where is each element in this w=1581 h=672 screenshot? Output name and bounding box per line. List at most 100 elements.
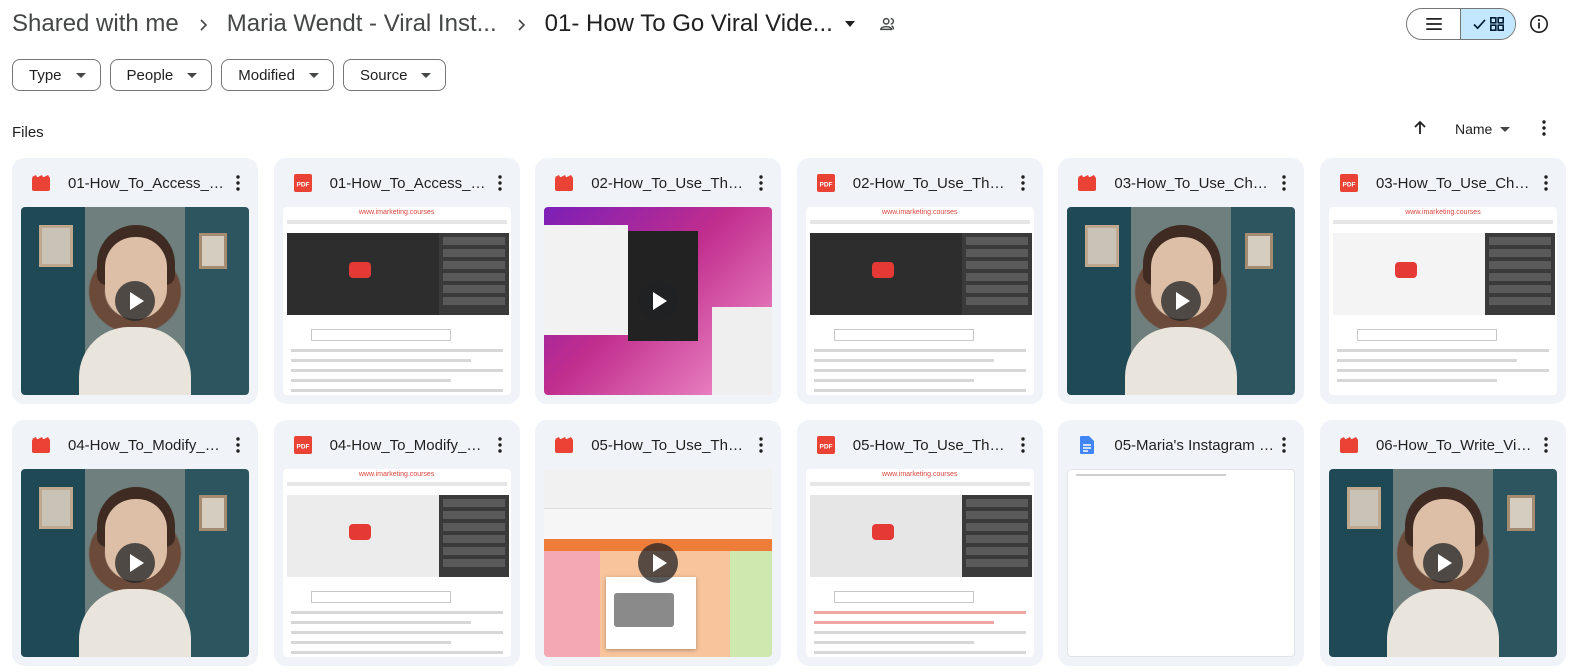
file-card-header: 06-How_To_Write_Viral_Video_Captions.mp4	[1320, 420, 1566, 470]
breadcrumb-current-folder[interactable]: 01- How To Go Viral Vide...	[545, 10, 833, 38]
file-card-header: PDF 01-How_To_Access_Instagram_Content_P…	[274, 158, 520, 208]
file-name[interactable]: 03-How_To_Use_ChatGPT.pdf	[1376, 175, 1536, 192]
filter-people[interactable]: People	[109, 59, 213, 91]
file-name[interactable]: 04-How_To_Modify_Your_Content.pdf	[330, 437, 490, 454]
file-card-header: 05-How_To_Use_The_Spreadsheet.mp4	[535, 420, 781, 470]
file-card[interactable]: 01-How_To_Access_Instagram_Content_Plann…	[12, 158, 258, 404]
pdf-file-icon: PDF	[293, 174, 312, 192]
breadcrumb-shared-with-me[interactable]: Shared with me	[12, 10, 179, 38]
thumb-site-text: www.imarketing.courses	[882, 209, 958, 216]
file-name[interactable]: 05-Maria's Instagram Content Planning Sp…	[1114, 437, 1274, 454]
chevron-right-icon	[497, 14, 545, 35]
file-card[interactable]: PDF 04-How_To_Modify_Your_Content.pdf ww…	[273, 420, 520, 666]
dropdown-arrow-icon	[187, 72, 198, 78]
svg-text:PDF: PDF	[819, 182, 832, 189]
file-card[interactable]: 04-How_To_Modify_Your_Content.mp4	[12, 420, 258, 666]
file-card[interactable]: PDF 05-How_To_Use_The_Spreadsheet.pdf ww…	[796, 420, 1043, 666]
grid-icon	[1489, 17, 1504, 31]
more-options-icon[interactable]	[1536, 119, 1552, 137]
file-card-header: 04-How_To_Modify_Your_Content.mp4	[12, 420, 258, 470]
file-more-options-icon[interactable]	[1536, 173, 1556, 193]
file-card[interactable]: PDF 03-How_To_Use_ChatGPT.pdf www.imarke…	[1319, 158, 1566, 404]
pdf-file-icon: PDF	[293, 436, 312, 454]
file-card-header: PDF 04-How_To_Modify_Your_Content.pdf	[274, 420, 520, 470]
pdf-thumbnail[interactable]: www.imarketing.courses	[282, 469, 511, 657]
file-name[interactable]: 02-How_To_Use_The_Template.pdf	[853, 175, 1013, 192]
list-view-button[interactable]	[1407, 9, 1460, 39]
filter-people-label: People	[126, 66, 174, 84]
svg-text:PDF: PDF	[296, 182, 309, 189]
file-name[interactable]: 03-How_To_Use_ChatGPT.mp4	[1114, 175, 1274, 192]
svg-text:PDF: PDF	[1342, 182, 1355, 189]
video-file-icon	[32, 436, 50, 454]
filter-source[interactable]: Source	[342, 59, 447, 91]
file-more-options-icon[interactable]	[228, 435, 248, 455]
video-thumbnail[interactable]	[544, 207, 773, 395]
file-more-options-icon[interactable]	[490, 173, 510, 193]
play-icon[interactable]	[115, 543, 155, 583]
file-more-options-icon[interactable]	[751, 435, 771, 455]
file-name[interactable]: 01-How_To_Access_Instagram_Content_Plann…	[68, 175, 228, 192]
file-more-options-icon[interactable]	[228, 173, 248, 193]
file-card[interactable]: PDF 01-How_To_Access_Instagram_Content_P…	[273, 158, 520, 404]
shared-folder-icon[interactable]	[879, 15, 897, 33]
file-card[interactable]: 06-How_To_Write_Viral_Video_Captions.mp4	[1319, 420, 1566, 666]
file-more-options-icon[interactable]	[1013, 435, 1033, 455]
file-card[interactable]: 05-How_To_Use_The_Spreadsheet.mp4	[535, 420, 782, 666]
dropdown-arrow-icon	[1500, 126, 1511, 132]
file-card[interactable]: 03-How_To_Use_ChatGPT.mp4	[1058, 158, 1305, 404]
video-thumbnail[interactable]	[21, 469, 249, 657]
files-section-title: Files	[12, 124, 44, 141]
video-thumbnail[interactable]	[1067, 207, 1296, 395]
grid-view-button[interactable]	[1460, 9, 1515, 39]
file-name[interactable]: 05-How_To_Use_The_Spreadsheet.pdf	[853, 437, 1013, 454]
play-icon[interactable]	[115, 281, 155, 321]
doc-file-icon	[1078, 436, 1096, 454]
caret-down-icon[interactable]	[843, 17, 857, 31]
pdf-file-icon: PDF	[816, 174, 835, 192]
file-grid: 01-How_To_Access_Instagram_Content_Plann…	[12, 158, 1566, 666]
file-more-options-icon[interactable]	[1274, 435, 1294, 455]
video-thumbnail[interactable]	[1328, 469, 1557, 657]
video-file-icon	[32, 174, 50, 192]
file-more-options-icon[interactable]	[751, 173, 771, 193]
file-name[interactable]: 05-How_To_Use_The_Spreadsheet.mp4	[591, 437, 751, 454]
file-more-options-icon[interactable]	[1274, 173, 1294, 193]
sort-by-label: Name	[1455, 121, 1493, 137]
chevron-right-icon	[179, 14, 227, 35]
sort-by-button[interactable]: Name	[1455, 121, 1511, 137]
file-name[interactable]: 02-How_To_Use_The_Template.mp4	[591, 175, 751, 192]
doc-thumbnail[interactable]	[1067, 469, 1296, 657]
pdf-thumbnail[interactable]: www.imarketing.courses	[805, 469, 1034, 657]
filter-type-label: Type	[29, 66, 62, 84]
thumb-site-text: www.imarketing.courses	[1405, 209, 1481, 216]
video-thumbnail[interactable]	[21, 207, 249, 395]
check-icon	[1472, 18, 1486, 29]
file-more-options-icon[interactable]	[490, 435, 510, 455]
video-file-icon	[555, 174, 574, 192]
file-card[interactable]: PDF 02-How_To_Use_The_Template.pdf www.i…	[796, 158, 1043, 404]
file-card-header: 02-How_To_Use_The_Template.mp4	[535, 158, 781, 208]
file-name[interactable]: 04-How_To_Modify_Your_Content.mp4	[68, 437, 228, 454]
sort-direction-arrow-up-icon[interactable]	[1411, 119, 1429, 137]
file-card-header: 03-How_To_Use_ChatGPT.mp4	[1058, 158, 1304, 208]
file-name[interactable]: 01-How_To_Access_Instagram_Content_Plann…	[330, 175, 490, 192]
pdf-thumbnail[interactable]: www.imarketing.courses	[282, 207, 511, 395]
file-more-options-icon[interactable]	[1536, 435, 1556, 455]
play-icon[interactable]	[1422, 543, 1463, 583]
dropdown-arrow-icon	[75, 72, 86, 78]
pdf-thumbnail[interactable]: www.imarketing.courses	[1328, 207, 1557, 395]
filter-modified[interactable]: Modified	[221, 59, 334, 91]
video-thumbnail[interactable]	[544, 469, 773, 657]
file-name[interactable]: 06-How_To_Write_Viral_Video_Captions.mp4	[1376, 437, 1536, 454]
file-more-options-icon[interactable]	[1013, 173, 1033, 193]
thumb-site-text: www.imarketing.courses	[882, 471, 958, 478]
file-card[interactable]: 05-Maria's Instagram Content Planning Sp…	[1058, 420, 1305, 666]
play-icon[interactable]	[638, 543, 679, 583]
info-icon[interactable]	[1528, 13, 1550, 35]
pdf-thumbnail[interactable]: www.imarketing.courses	[805, 207, 1034, 395]
file-card[interactable]: 02-How_To_Use_The_Template.mp4	[535, 158, 782, 404]
breadcrumb-parent-folder[interactable]: Maria Wendt - Viral Inst...	[227, 10, 497, 38]
filter-type[interactable]: Type	[12, 59, 101, 91]
play-icon[interactable]	[638, 281, 679, 321]
